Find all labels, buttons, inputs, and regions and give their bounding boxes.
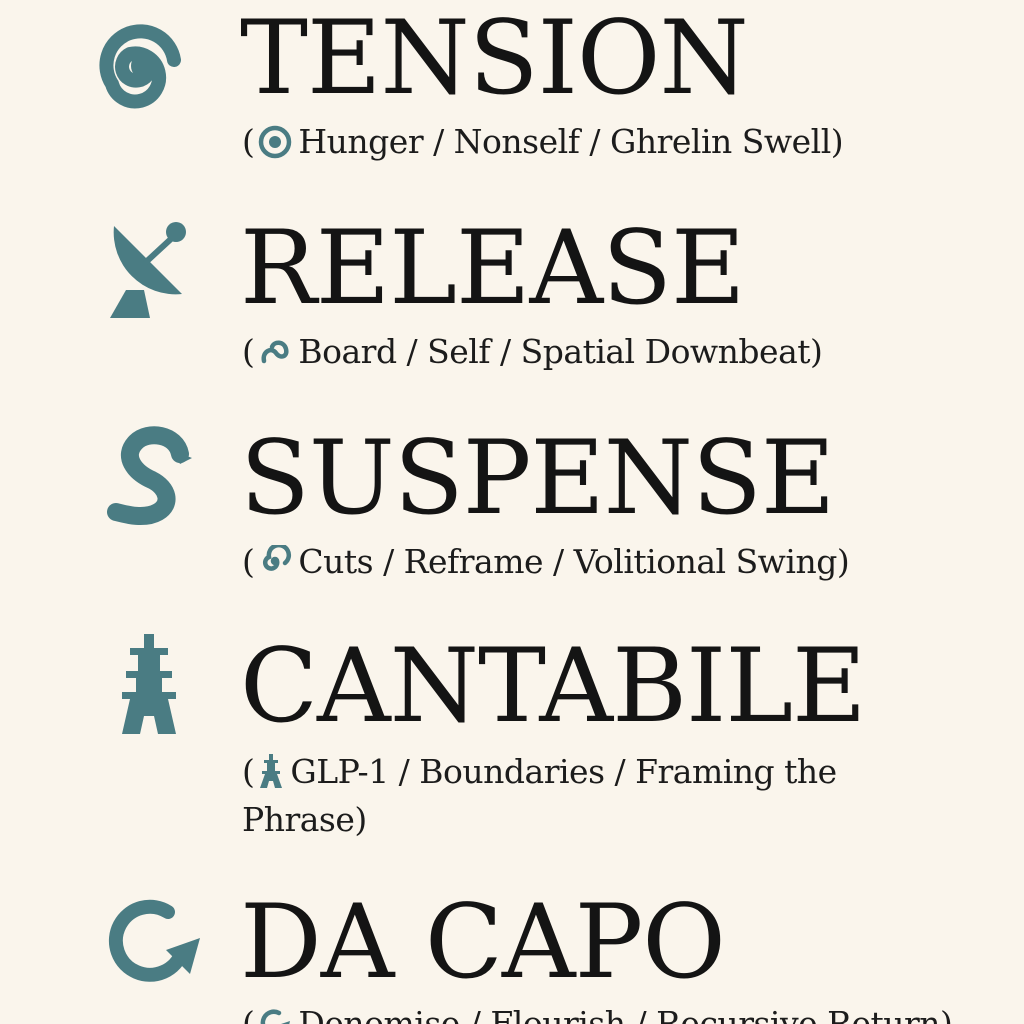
return-arrow-icon bbox=[261, 1009, 291, 1024]
close-paren: ) bbox=[940, 1004, 953, 1024]
tower-icon bbox=[260, 754, 283, 788]
section-subtitle: ( Board / Self / Spatial Downbeat) bbox=[242, 328, 823, 376]
close-paren: ) bbox=[810, 332, 823, 371]
spiral-icon bbox=[99, 24, 181, 109]
subtitle-text: Cuts / Reframe / Volitional Swing bbox=[298, 542, 837, 581]
spiral-icon bbox=[263, 545, 292, 571]
section-subtitle: ( Cuts / Reframe / Volitional Swing) bbox=[242, 538, 850, 586]
close-paren: ) bbox=[354, 800, 367, 839]
section-subtitle: ( GLP-1 / Boundaries / Framing the Phras… bbox=[242, 748, 852, 844]
satellite-dish-icon bbox=[110, 222, 186, 318]
open-paren: ( bbox=[242, 122, 255, 161]
subtitle-text: GLP-1 / Boundaries / Framing the Phrase bbox=[242, 752, 837, 839]
close-paren: ) bbox=[830, 122, 844, 161]
open-paren: ( bbox=[242, 542, 255, 581]
subtitle-text: Hunger / Nonself / Ghrelin Swell bbox=[298, 122, 831, 161]
subtitle-text: Board / Self / Spatial Downbeat bbox=[298, 332, 811, 371]
section-title: CANTABILE bbox=[240, 627, 867, 746]
section-subtitle: ( Hunger / Nonself / Ghrelin Swell) bbox=[242, 118, 844, 166]
subtitle-text: Denomise / Flourish / Recursive Return bbox=[298, 1004, 941, 1024]
section-title: TENSION bbox=[240, 0, 749, 118]
loop-icon bbox=[261, 340, 289, 364]
return-arrow-icon bbox=[108, 899, 200, 982]
open-paren: ( bbox=[242, 332, 255, 371]
section-title: SUSPENSE bbox=[240, 419, 835, 538]
close-paren: ) bbox=[836, 542, 850, 581]
section-subtitle: ( Denomise / Flourish / Recursive Return… bbox=[242, 1000, 953, 1024]
serpent-icon bbox=[107, 426, 192, 526]
open-paren: ( bbox=[242, 1004, 255, 1024]
tower-icon bbox=[122, 634, 176, 734]
section-title: RELEASE bbox=[240, 209, 745, 328]
target-icon bbox=[259, 125, 292, 159]
open-paren: ( bbox=[242, 752, 255, 791]
section-title: DA CAPO bbox=[240, 883, 726, 1002]
